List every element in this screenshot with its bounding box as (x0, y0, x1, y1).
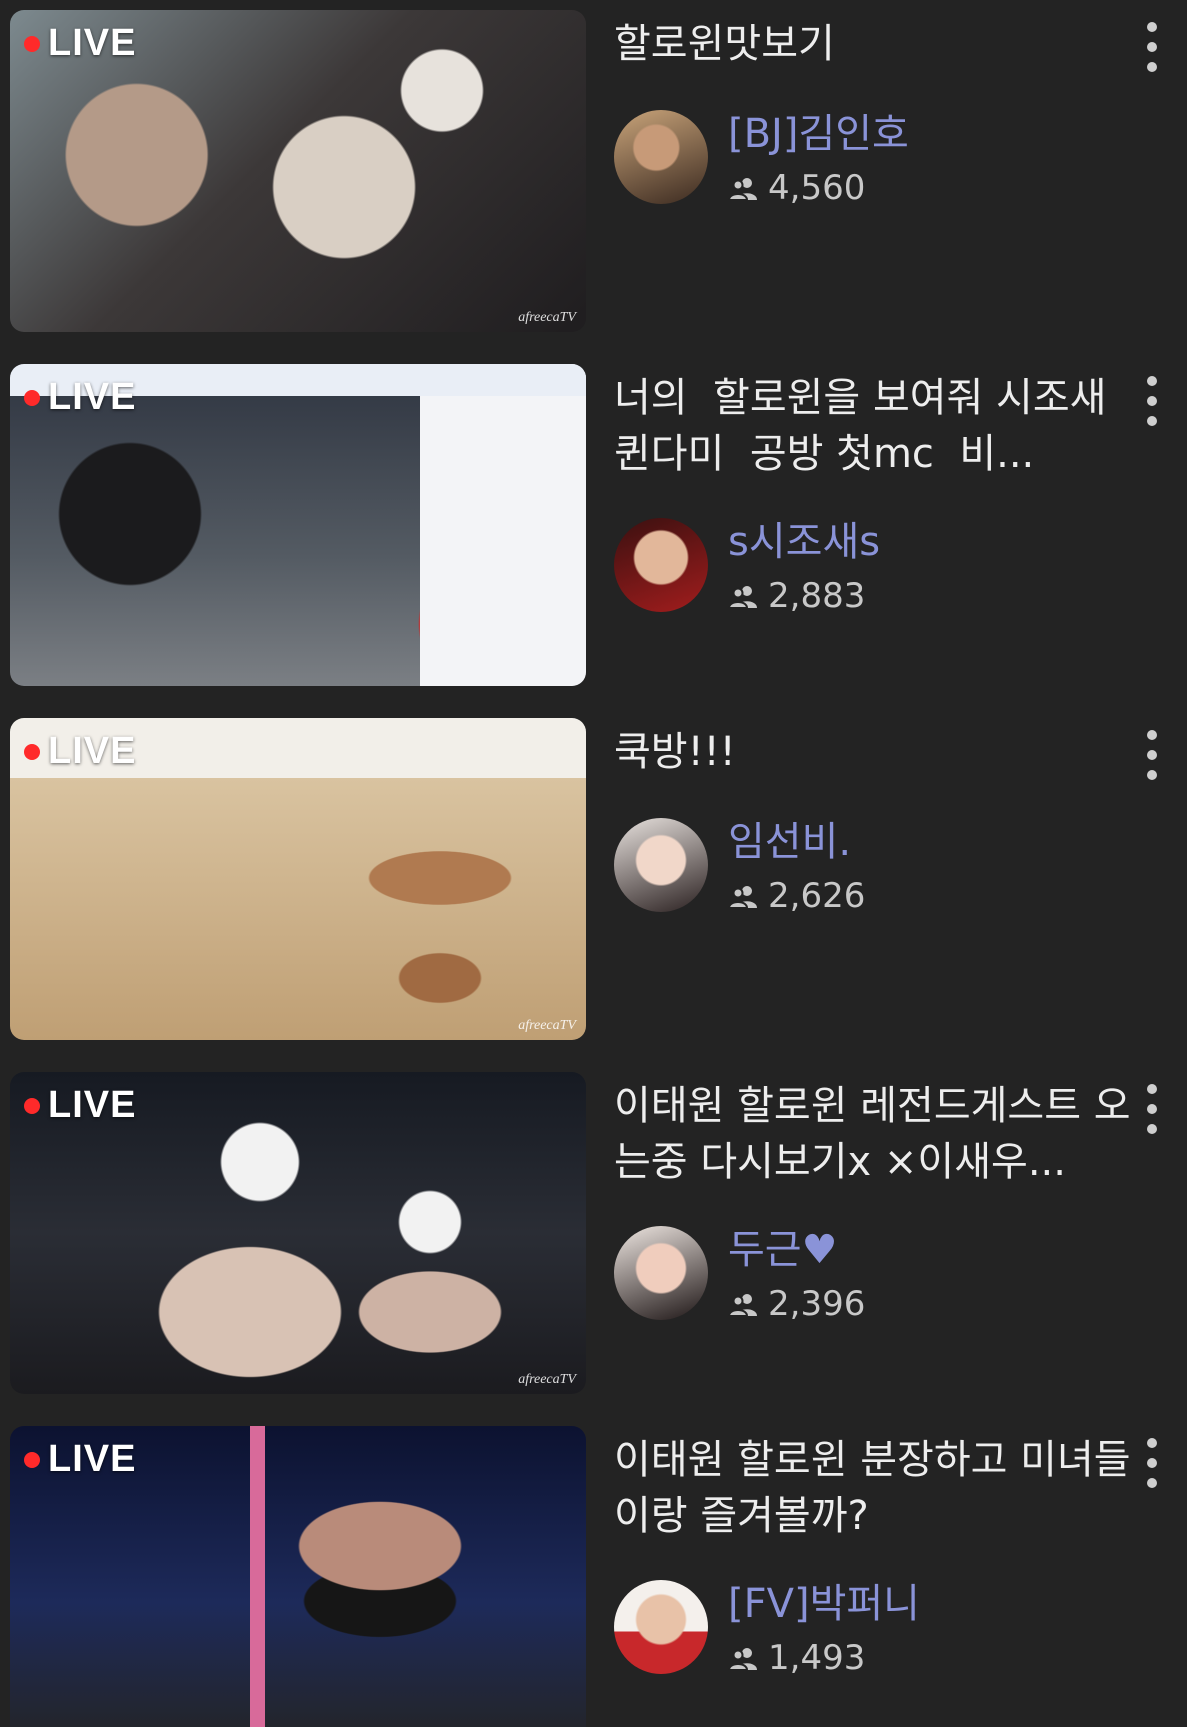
stream-thumbnail[interactable]: LIVE afreecaTV (10, 1072, 586, 1394)
afreecatv-watermark: afreecaTV (518, 1372, 576, 1387)
stream-title[interactable]: 이태원 할로윈 분장하고 미녀들이랑 즐겨볼까? (614, 1432, 1134, 1544)
live-dot-icon (24, 389, 40, 406)
stream-title[interactable]: 쿡방!!! (614, 724, 1134, 780)
viewer-count-value: 2,626 (768, 876, 866, 916)
viewer-count: 2,626 (728, 876, 865, 916)
stream-card[interactable]: LIVE afreecaTV 쿡방!!! 임선비. 2,626 (0, 708, 1187, 1040)
channel-name[interactable]: 두근♥ (728, 1226, 837, 1274)
live-label: LIVE (48, 730, 137, 772)
viewer-count: 2,883 (728, 576, 865, 616)
channel-avatar[interactable] (614, 818, 708, 912)
viewers-icon (728, 178, 757, 200)
channel-name[interactable]: [BJ]김인호 (728, 110, 909, 158)
viewer-count-value: 2,396 (768, 1284, 866, 1324)
afreecatv-watermark: afreecaTV (518, 310, 576, 325)
live-dot-icon (24, 743, 40, 760)
stream-title[interactable]: 이태원 할로윈 레전드게스트 오는중 다시보기x ×이새우... (614, 1078, 1134, 1190)
live-label: LIVE (48, 22, 137, 64)
stream-thumbnail[interactable]: LIVE afreecaTV (10, 10, 586, 332)
live-stream-feed: LIVE afreecaTV 할로윈맛보기 [BJ]김인호 4,560 LIVE (0, 0, 1187, 1727)
viewer-count: 2,396 (728, 1284, 865, 1324)
stream-thumbnail[interactable]: LIVE afreecaTV (10, 718, 586, 1040)
live-label: LIVE (48, 1438, 137, 1480)
viewer-count: 1,493 (728, 1638, 865, 1678)
channel-name[interactable]: s시조새s (728, 518, 880, 566)
live-badge: LIVE (24, 730, 136, 773)
channel-avatar[interactable] (614, 1580, 708, 1674)
live-badge: LIVE (24, 1438, 136, 1481)
live-badge: LIVE (24, 376, 136, 419)
live-badge: LIVE (24, 1084, 136, 1127)
viewer-count-value: 2,883 (768, 576, 866, 616)
afreecatv-watermark: afreecaTV (518, 1018, 576, 1033)
stream-thumbnail[interactable]: LIVE (10, 364, 586, 686)
more-options-icon[interactable] (1140, 376, 1164, 426)
viewer-count: 4,560 (728, 168, 865, 208)
stream-thumbnail[interactable]: LIVE (10, 1426, 586, 1727)
stream-card[interactable]: LIVE 이태원 할로윈 분장하고 미녀들이랑 즐겨볼까? [FV]박퍼니 1,… (0, 1416, 1187, 1727)
viewers-icon (728, 1648, 757, 1670)
more-options-icon[interactable] (1140, 730, 1164, 780)
live-badge: LIVE (24, 22, 136, 65)
live-label: LIVE (48, 1084, 137, 1126)
channel-avatar[interactable] (614, 110, 708, 204)
channel-avatar[interactable] (614, 518, 708, 612)
viewers-icon (728, 886, 757, 908)
stream-card[interactable]: LIVE afreecaTV 이태원 할로윈 레전드게스트 오는중 다시보기x … (0, 1062, 1187, 1394)
live-dot-icon (24, 1451, 40, 1468)
viewers-icon (728, 1294, 757, 1316)
stream-title[interactable]: 할로윈맛보기 (614, 16, 1134, 72)
more-options-icon[interactable] (1140, 1438, 1164, 1488)
live-dot-icon (24, 35, 40, 52)
viewer-count-value: 4,560 (768, 168, 866, 208)
live-label: LIVE (48, 376, 137, 418)
viewers-icon (728, 586, 757, 608)
channel-name[interactable]: [FV]박퍼니 (728, 1580, 920, 1628)
channel-name[interactable]: 임선비. (728, 818, 851, 866)
channel-avatar[interactable] (614, 1226, 708, 1320)
stream-title[interactable]: 너의 할로윈을 보여줘 시조새 퀸다미 공방 첫mc 비... (614, 370, 1134, 482)
more-options-icon[interactable] (1140, 1084, 1164, 1134)
stream-card[interactable]: LIVE afreecaTV 할로윈맛보기 [BJ]김인호 4,560 (0, 0, 1187, 332)
more-options-icon[interactable] (1140, 22, 1164, 72)
viewer-count-value: 1,493 (768, 1638, 866, 1678)
live-dot-icon (24, 1097, 40, 1114)
stream-card[interactable]: LIVE 너의 할로윈을 보여줘 시조새 퀸다미 공방 첫mc 비... s시조… (0, 354, 1187, 686)
